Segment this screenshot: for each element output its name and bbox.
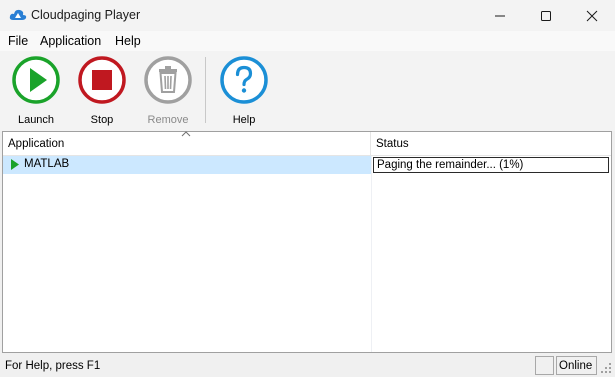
running-arrow-icon	[11, 159, 19, 170]
resize-grip-icon[interactable]	[600, 362, 612, 374]
list-row[interactable]: MATLAB Paging the remainder... (1%)	[3, 156, 611, 174]
help-label: Help	[232, 114, 256, 126]
maximize-icon	[541, 11, 551, 21]
connection-status: Online	[559, 360, 593, 372]
trash-circle-icon	[144, 56, 192, 104]
stop-circle-icon	[78, 56, 126, 104]
status-pane-online: Online	[556, 356, 597, 375]
menu-file[interactable]: File	[8, 34, 28, 48]
stop-label: Stop	[90, 114, 114, 126]
launch-button[interactable]: Launch	[6, 56, 66, 126]
maximize-button[interactable]	[523, 0, 569, 31]
menu-help[interactable]: Help	[115, 34, 141, 48]
column-header-status-label: Status	[376, 138, 409, 150]
close-icon	[586, 10, 598, 22]
help-button[interactable]: Help	[214, 56, 274, 126]
title-bar[interactable]: Cloudpaging Player	[0, 0, 615, 31]
menu-bar: File Application Help	[0, 31, 615, 51]
column-divider	[371, 156, 372, 352]
cloudpaging-logo-icon	[9, 9, 27, 20]
column-header-application[interactable]: Application	[3, 131, 371, 156]
row-status-text: Paging the remainder... (1%)	[377, 159, 524, 171]
toolbar-separator	[205, 57, 206, 123]
minimize-button[interactable]	[477, 0, 523, 31]
stop-button[interactable]: Stop	[72, 56, 132, 126]
column-header-application-label: Application	[8, 138, 65, 150]
window-title: Cloudpaging Player	[31, 8, 141, 22]
close-button[interactable]	[569, 0, 615, 31]
question-circle-icon	[220, 56, 268, 104]
toolbar: Launch Stop Remove Help	[0, 51, 615, 131]
menu-application[interactable]: Application	[40, 34, 101, 48]
application-list[interactable]: Application Status MATLAB Paging the rem…	[2, 131, 612, 353]
row-application-name: MATLAB	[24, 158, 70, 170]
launch-label: Launch	[17, 114, 55, 126]
row-status-cell: Paging the remainder... (1%)	[373, 157, 609, 173]
minimize-icon	[495, 15, 505, 17]
status-bar: For Help, press F1 Online	[0, 354, 615, 377]
status-pane-empty	[535, 356, 554, 375]
remove-label: Remove	[147, 114, 189, 126]
remove-button[interactable]: Remove	[138, 56, 198, 126]
play-circle-icon	[12, 56, 60, 104]
sort-ascending-icon	[181, 131, 191, 137]
status-help-text: For Help, press F1	[5, 360, 101, 372]
column-header-status[interactable]: Status	[371, 132, 611, 156]
